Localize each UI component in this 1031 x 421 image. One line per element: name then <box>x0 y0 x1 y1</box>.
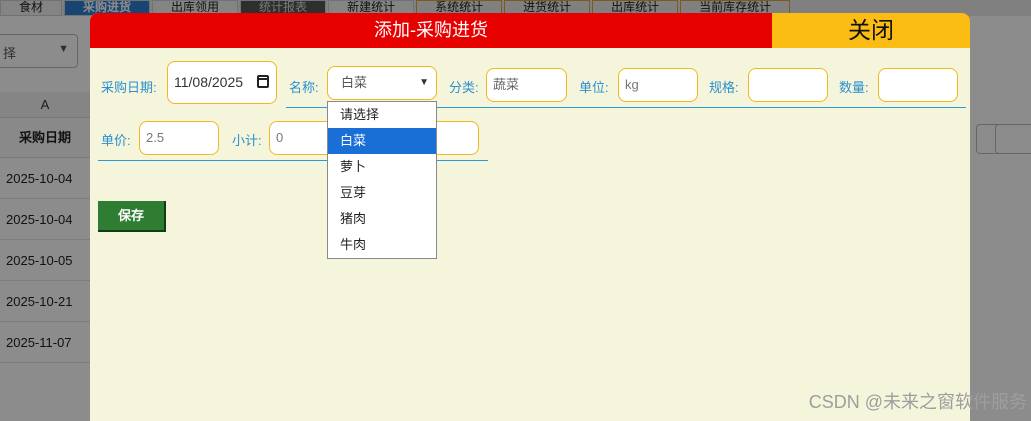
subtotal-value: 0 <box>276 130 284 145</box>
unit-input[interactable]: kg <box>618 68 698 102</box>
date-input[interactable]: 11/08/2025 <box>167 61 277 104</box>
spec-label: 规格: <box>709 80 739 95</box>
price-label: 单价: <box>101 133 131 148</box>
chevron-down-icon: ▼ <box>419 77 429 88</box>
dropdown-option[interactable]: 请选择 <box>328 102 436 128</box>
modal-header: 添加-采购进货 关闭 <box>90 13 970 48</box>
date-value: 11/08/2025 <box>174 74 244 90</box>
category-input[interactable]: 蔬菜 <box>486 68 567 102</box>
unit-value: kg <box>625 77 639 92</box>
qty-input[interactable] <box>878 68 958 102</box>
watermark: CSDN @未来之窗软件服务 <box>808 392 1027 412</box>
name-select[interactable]: 白菜 ▼ <box>327 66 437 100</box>
category-value: 蔬菜 <box>493 77 520 92</box>
price-value: 2.5 <box>146 130 165 145</box>
price-input[interactable]: 2.5 <box>139 121 219 155</box>
dropdown-option[interactable]: 猪肉 <box>328 206 436 232</box>
subtotal-label: 小计: <box>232 133 262 148</box>
modal-title: 添加-采购进货 <box>374 20 488 40</box>
date-label: 采购日期: <box>101 80 157 95</box>
dropdown-option[interactable]: 萝卜 <box>328 154 436 180</box>
dropdown-option[interactable]: 牛肉 <box>328 232 436 258</box>
category-label: 分类: <box>449 80 479 95</box>
name-dropdown-list: 请选择 白菜 萝卜 豆芽 猪肉 牛肉 <box>327 101 437 259</box>
add-purchase-modal: 添加-采购进货 关闭 采购日期: 11/08/2025 名称: 白菜 ▼ 分类:… <box>90 13 970 421</box>
close-button[interactable]: 关闭 <box>772 13 970 48</box>
dropdown-option[interactable]: 豆芽 <box>328 180 436 206</box>
name-select-value: 白菜 <box>341 75 368 90</box>
dropdown-option-selected[interactable]: 白菜 <box>328 128 436 154</box>
qty-label: 数量: <box>839 80 869 95</box>
calendar-icon[interactable] <box>257 75 269 88</box>
unit-label: 单位: <box>579 80 609 95</box>
spec-input[interactable] <box>748 68 828 102</box>
save-button[interactable]: 保存 <box>98 201 166 232</box>
name-label: 名称: <box>289 80 319 95</box>
